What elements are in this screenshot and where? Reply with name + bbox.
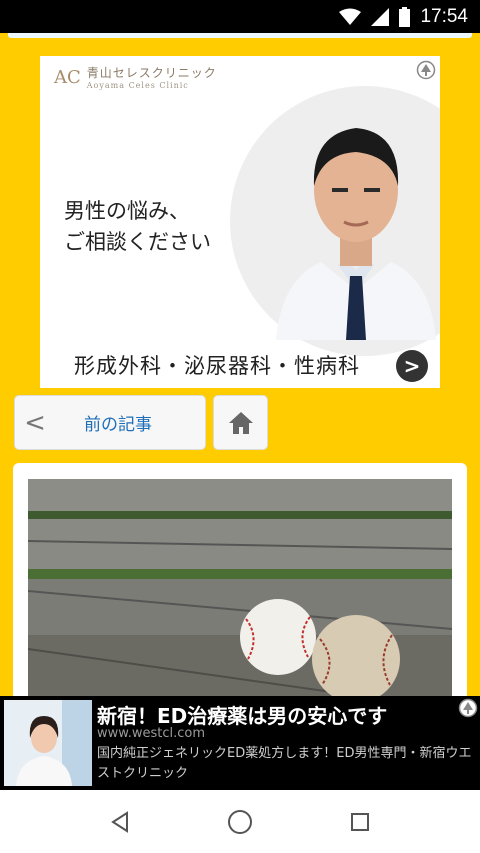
ad-specialties: 形成外科・泌尿器科・性病科 [74,354,360,378]
home-nav-button[interactable] [226,808,254,836]
signal-icon [371,8,390,26]
system-nav-bar [0,790,480,853]
ad-arrow-button[interactable]: > [396,350,428,382]
ad-info-icon[interactable] [416,60,436,80]
ad-headline: 男性の悩み、 ご相談ください [64,196,211,258]
ad-info-icon[interactable] [458,698,478,718]
ad-headline-line2: ご相談ください [64,230,211,254]
bottom-ad-url: www.westcl.com [97,726,205,741]
ad-thumbnail [4,700,92,786]
back-icon [111,811,128,833]
clinic-logo-name: 青山セレスクリニック [86,66,217,80]
ad-headline-line1: 男性の悩み、 [64,199,190,223]
back-button[interactable] [106,808,134,836]
recents-button[interactable] [346,808,374,836]
doctor-photo [276,128,436,340]
wifi-icon [339,8,362,25]
status-bar: 17:54 [0,0,480,33]
article-card[interactable] [13,463,467,723]
bottom-ad-title: 新宿！ED治療薬は男の安心です [97,704,388,728]
bottom-ad-banner[interactable]: 新宿！ED治療薬は男の安心です www.westcl.com 国内純正ジェネリッ… [0,696,480,790]
circle-home-icon [228,810,252,834]
article-image [28,479,452,723]
clinic-logo-subtitle: Aoyama Celes Clinic [86,81,189,90]
home-icon [228,411,253,434]
prev-article-button[interactable]: < 前の記事 [14,395,206,450]
top-strip [8,33,472,38]
home-button[interactable] [213,395,268,450]
chevron-left-icon: < [24,407,46,438]
prev-article-label: 前の記事 [84,415,152,435]
clinic-logo-mark: AC [54,66,81,88]
bottom-ad-description: 国内純正ジェネリックED薬処方します！ED男性専門・新宿ウエストクリニック [97,746,472,781]
battery-icon [399,7,411,27]
square-recents-icon [351,813,369,831]
clinic-ad-banner[interactable]: AC 青山セレスクリニック Aoyama Celes Clinic 男性の悩み、… [40,56,440,388]
clinic-logo: AC 青山セレスクリニック Aoyama Celes Clinic [54,64,217,90]
status-time: 17:54 [420,6,468,27]
